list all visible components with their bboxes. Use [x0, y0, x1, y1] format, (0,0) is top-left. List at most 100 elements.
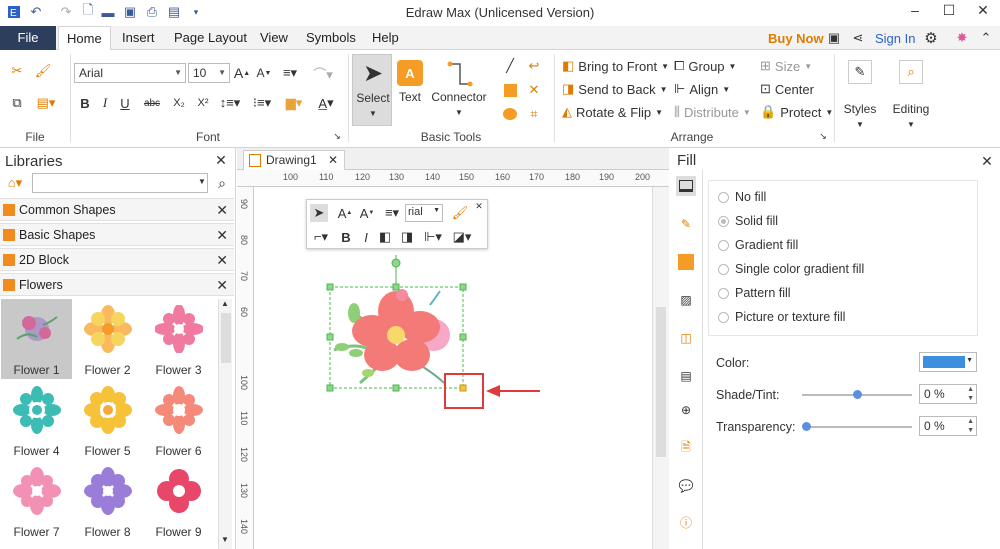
subscript-icon[interactable]: X₂ — [170, 94, 188, 112]
protect-button[interactable]: 🔒 Protect ▼ — [760, 104, 833, 120]
library-category-common-shapes[interactable]: Common Shapes ✕ — [0, 198, 234, 221]
resize-handle[interactable] — [392, 283, 400, 291]
drawing-canvas[interactable]: ➤ A ▲ A ▼ ≡▾ rial ▼ 🖌 ✕ ⌐▾ B I ◧ ◨ ⊩▾ ◪▾ — [254, 187, 652, 549]
resize-handle[interactable] — [392, 384, 400, 392]
canvas-scroll-thumb[interactable] — [656, 307, 666, 457]
resize-handle[interactable] — [326, 384, 334, 392]
shape-flower-5[interactable]: Flower 5 — [72, 380, 143, 460]
radio-button[interactable] — [718, 215, 729, 227]
mini-align-icon[interactable]: ≡▾ — [381, 204, 403, 222]
scroll-down-icon[interactable]: ▼ — [221, 535, 229, 544]
italic-icon[interactable]: I — [98, 94, 112, 112]
rotate-flip-button[interactable]: ◭ Rotate & Flip ▼ — [562, 104, 663, 120]
rectangle-tool-icon[interactable] — [502, 82, 518, 98]
mini-font-select[interactable]: rial ▼ — [405, 204, 443, 222]
highlight-color-icon[interactable]: ▆▾ — [282, 94, 306, 112]
group-button[interactable]: ⧠ Group ▼ — [674, 58, 736, 74]
font-dialog-launcher-icon[interactable]: ↘ — [332, 130, 342, 142]
minimize-button[interactable]: – — [904, 2, 926, 22]
grow-font-icon[interactable]: A ▲ — [234, 64, 250, 82]
ellipse-tool-icon[interactable] — [502, 106, 518, 122]
font-size-select[interactable]: 10 ▼ — [188, 63, 230, 83]
tab-home[interactable]: Home — [58, 26, 111, 51]
shape-flower-7[interactable]: Flower 7 — [1, 461, 72, 541]
resize-handle[interactable] — [326, 333, 334, 341]
bring-to-front-button[interactable]: ◧ Bring to Front ▼ — [562, 58, 669, 74]
mini-grow-font-icon[interactable]: A ▲ — [337, 204, 353, 222]
shape-flower-4[interactable]: Flower 4 — [1, 380, 72, 460]
shade-tint-spinner[interactable]: 0 % ▲ ▼ — [919, 384, 977, 404]
sign-in-link[interactable]: Sign In — [875, 31, 915, 46]
home-library-icon[interactable]: ⌂▾ — [4, 175, 26, 190]
fill-option-pattern-fill[interactable]: Pattern fill — [718, 286, 791, 300]
page-icon[interactable]: ▤ — [676, 366, 696, 386]
shape-flower-1[interactable]: Flower 1 — [1, 299, 72, 379]
fill-icon[interactable] — [676, 176, 696, 196]
font-family-select[interactable]: Arial ▼ — [74, 63, 186, 83]
bold-icon[interactable]: B — [78, 94, 92, 112]
transparency-knob[interactable] — [802, 422, 811, 431]
share-icon[interactable]: ⋖ — [850, 30, 866, 46]
ribbon-collapse-icon[interactable]: ⌃ — [978, 30, 994, 46]
fill-option-gradient-fill[interactable]: Gradient fill — [718, 238, 798, 252]
center-button[interactable]: ⊡ Center — [760, 81, 814, 97]
format-painter-icon[interactable]: ✂ — [8, 62, 26, 80]
edraw-logo-icon[interactable]: ✸ — [954, 30, 970, 46]
mini-distribute-icon[interactable]: ⊩▾ — [421, 228, 445, 246]
cross-tool-icon[interactable]: ✕ — [526, 82, 542, 98]
library-category-flowers[interactable]: Flowers ✕ — [0, 273, 234, 296]
tab-symbols[interactable]: Symbols — [298, 26, 364, 50]
mini-fill-icon[interactable]: ◪▾ — [451, 228, 473, 246]
fill-option-solid-fill[interactable]: Solid fill — [718, 214, 778, 228]
shape-flower-2[interactable]: Flower 2 — [72, 299, 143, 379]
brush-icon[interactable]: 🖌 — [34, 62, 52, 80]
radio-button[interactable] — [718, 287, 729, 299]
scroll-up-icon[interactable]: ▲ — [221, 299, 229, 308]
image-icon[interactable]: ▨ — [676, 290, 696, 310]
close-category-icon[interactable]: ✕ — [216, 202, 228, 219]
close-fill-panel-icon[interactable]: ✕ — [980, 153, 994, 169]
radio-button[interactable] — [718, 191, 729, 203]
radio-button[interactable] — [718, 239, 729, 251]
line-style-icon[interactable]: ✎ — [676, 214, 696, 234]
mini-bring-front-icon[interactable]: ◧ — [377, 228, 393, 246]
library-category-basic-shapes[interactable]: Basic Shapes ✕ — [0, 223, 234, 246]
buy-now-link[interactable]: Buy Now — [768, 31, 824, 46]
color-picker[interactable]: ▼ — [919, 352, 977, 372]
gift-icon[interactable]: ▣ — [826, 30, 842, 46]
connector-tool-button[interactable]: Connector ▼ — [428, 54, 490, 126]
mini-select-icon[interactable]: ➤ — [310, 204, 328, 222]
shrink-font-icon[interactable]: A ▼ — [256, 64, 272, 82]
superscript-icon[interactable]: X² — [194, 94, 212, 112]
shadow-icon[interactable] — [676, 252, 696, 272]
radio-button[interactable] — [718, 263, 729, 275]
resize-handle[interactable] — [459, 333, 467, 341]
library-category-2d-block[interactable]: 2D Block ✕ — [0, 248, 234, 271]
distribute-button[interactable]: ⫼ Distribute ▼ — [674, 104, 751, 120]
line-tool-icon[interactable]: ╱ — [502, 58, 518, 74]
shape-flower-6[interactable]: Flower 6 — [143, 380, 214, 460]
close-category-icon[interactable]: ✕ — [216, 277, 228, 294]
copy-icon[interactable]: ⧉ — [8, 94, 26, 112]
tab-file[interactable]: File — [0, 26, 56, 50]
close-category-icon[interactable]: ✕ — [216, 252, 228, 269]
shape-flower-9[interactable]: Flower 9 — [143, 461, 214, 541]
fill-option-single-color-gradient[interactable]: Single color gradient fill — [718, 262, 864, 276]
text-align-icon[interactable]: ≡▾ — [280, 64, 300, 82]
mini-italic-icon[interactable]: I — [359, 228, 373, 246]
close-libraries-icon[interactable]: ✕ — [214, 152, 228, 168]
fill-option-no-fill[interactable]: No fill — [718, 190, 766, 204]
styles-button[interactable]: ✎ Styles ▼ — [838, 54, 882, 138]
mini-connector-icon[interactable]: ⌐▾ — [310, 228, 332, 246]
mini-toolbar-close-icon[interactable]: ✕ — [473, 200, 485, 212]
rotation-handle[interactable] — [391, 258, 401, 268]
close-category-icon[interactable]: ✕ — [216, 227, 228, 244]
tab-insert[interactable]: Insert — [114, 26, 163, 50]
maximize-button[interactable]: ☐ — [938, 2, 960, 22]
close-document-icon[interactable]: ✕ — [328, 153, 338, 167]
transparency-spinner[interactable]: 0 % ▲ ▼ — [919, 416, 977, 436]
tab-help[interactable]: Help — [364, 26, 407, 50]
resize-handle[interactable] — [326, 283, 334, 291]
mini-brush-icon[interactable]: 🖌 — [451, 204, 469, 222]
document-properties-icon[interactable]: 🗎 — [676, 438, 696, 458]
